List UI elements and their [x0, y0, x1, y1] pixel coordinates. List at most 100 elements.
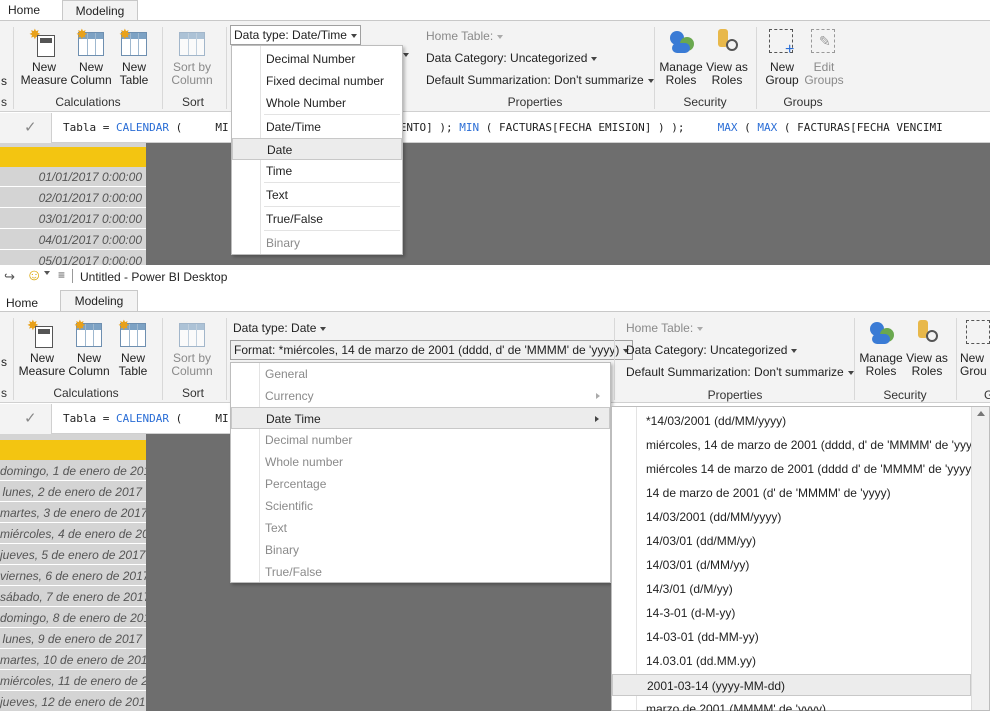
- tab-modeling[interactable]: Modeling: [60, 290, 138, 311]
- edit-groups-button[interactable]: ✎ Edit Groups: [802, 27, 846, 87]
- menu-item-scientific[interactable]: Scientific: [231, 495, 610, 517]
- new-measure-button[interactable]: ✸ New Measure: [18, 318, 66, 378]
- check-icon[interactable]: ✓: [24, 118, 37, 136]
- menu-item-binary[interactable]: Binary: [232, 232, 402, 254]
- new-group-button[interactable]: + New Group: [760, 27, 804, 87]
- view-as-roles-button[interactable]: View as Roles: [704, 27, 750, 87]
- menu-item-format[interactable]: 14.03.01 (dd.MM.yy): [612, 650, 989, 672]
- new-column-button[interactable]: ✸ New Column: [68, 318, 110, 378]
- table-cell[interactable]: domingo, 8 de enero de 2017: [0, 608, 157, 628]
- table-cell[interactable]: viernes, 6 de enero de 2017: [0, 566, 149, 586]
- menu-item-format[interactable]: 2001-03-14 (yyyy-MM-dd): [612, 674, 971, 696]
- submenu-scrollbar[interactable]: [971, 407, 989, 710]
- home-table-dropdown[interactable]: Home Table:: [426, 29, 504, 43]
- new-group-button[interactable]: New Grou: [960, 318, 990, 378]
- menu-item-format[interactable]: 14-03-01 (dd-MM-yy): [612, 626, 989, 648]
- divider: [13, 27, 14, 109]
- menu-item-format[interactable]: marzo de 2001 (MMMM' de 'yyyy): [612, 698, 989, 711]
- default-summarization-dropdown[interactable]: Default Summarization: Don't summarize: [626, 365, 854, 379]
- column-header[interactable]: [0, 147, 146, 167]
- table-cell[interactable]: lunes, 9 de enero de 2017: [0, 629, 146, 649]
- table-cell[interactable]: lunes, 2 de enero de 2017: [0, 482, 146, 502]
- menu-item-format[interactable]: 14/3/01 (d/M/yy): [612, 578, 989, 600]
- chevron-down-icon: [647, 78, 654, 83]
- table-cell[interactable]: jueves, 12 de enero de 2017: [0, 692, 152, 711]
- table-cell[interactable]: 03/01/2017 0:00:00: [0, 209, 146, 229]
- menu-item-format[interactable]: miércoles 14 de marzo de 2001 (dddd d' d…: [612, 458, 989, 480]
- table-cell[interactable]: martes, 10 de enero de 2017: [0, 650, 154, 670]
- data-type-menu: Decimal Number Fixed decimal number Whol…: [231, 45, 403, 255]
- new-table-icon: ✸: [118, 318, 148, 348]
- table-cell[interactable]: miércoles, 11 de enero de 2017: [0, 671, 168, 691]
- table-cell[interactable]: sábado, 7 de enero de 2017: [0, 587, 150, 607]
- new-column-button[interactable]: ✸ New Column: [70, 27, 112, 87]
- formula-text[interactable]: Tabla = CALENDAR ( MI: [63, 412, 229, 425]
- tab-modeling[interactable]: Modeling: [62, 0, 138, 21]
- menu-item-format[interactable]: 14/03/2001 (dd/MM/yyyy): [612, 506, 989, 528]
- menu-item-currency[interactable]: Currency: [231, 385, 610, 407]
- tab-home[interactable]: Home: [8, 0, 40, 20]
- table-cell[interactable]: 02/01/2017 0:00:00: [0, 188, 146, 208]
- menu-item-label: Date Time: [266, 412, 321, 426]
- chevron-down-icon[interactable]: [44, 271, 50, 275]
- scroll-up-icon[interactable]: [977, 411, 985, 416]
- menu-item-time[interactable]: Time: [232, 160, 402, 182]
- menu-item-decimal-number[interactable]: Decimal number: [231, 429, 610, 451]
- table-cell[interactable]: jueves, 5 de enero de 2017: [0, 545, 146, 565]
- table-cell[interactable]: 01/01/2017 0:00:00: [0, 167, 146, 187]
- format-dropdown[interactable]: Format: *miércoles, 14 de marzo de 2001 …: [230, 340, 634, 360]
- table-cell[interactable]: 05/01/2017 0:00:00: [0, 251, 146, 265]
- customize-toolbar-icon[interactable]: ≡: [58, 268, 65, 282]
- formula-bar[interactable]: ✓ Tabla = CALENDAR ( MI NCIMIENTO] ); MIN…: [0, 113, 990, 143]
- data-type-dropdown[interactable]: Data type: Date/Time: [230, 25, 361, 45]
- menu-item-text[interactable]: Text: [232, 184, 402, 206]
- column-header[interactable]: [0, 440, 146, 460]
- menu-item-date-time[interactable]: Date/Time: [232, 116, 402, 138]
- view-as-roles-button[interactable]: View as Roles: [904, 318, 950, 378]
- new-table-button[interactable]: ✸ New Table: [112, 318, 154, 378]
- menu-item-percentage[interactable]: Percentage: [231, 473, 610, 495]
- menu-item-true-false[interactable]: True/False: [232, 208, 402, 230]
- menu-item-general[interactable]: General: [231, 363, 610, 385]
- menu-item-whole-number[interactable]: Whole number: [231, 451, 610, 473]
- table-cell[interactable]: miércoles, 4 de enero de 2017: [0, 524, 162, 544]
- menu-item-format[interactable]: 14-3-01 (d-M-yy): [612, 602, 989, 624]
- menu-item-label: Currency: [265, 389, 314, 403]
- check-icon[interactable]: ✓: [24, 409, 37, 427]
- data-category-dropdown[interactable]: Data Category: Uncategorized: [626, 343, 798, 357]
- sort-by-column-icon: [177, 318, 207, 348]
- menu-item-date-time[interactable]: Date Time: [231, 407, 610, 429]
- formula-text[interactable]: Tabla = CALENDAR ( MI NCIMIENTO] ); MIN (…: [63, 121, 943, 134]
- data-category-dropdown[interactable]: Data Category: Uncategorized: [426, 51, 598, 65]
- redo-icon[interactable]: ↪: [4, 269, 15, 285]
- table-cell[interactable]: 04/01/2017 0:00:00: [0, 230, 146, 250]
- menu-item-format[interactable]: *14/03/2001 (dd/MM/yyyy): [612, 410, 989, 432]
- table-cell[interactable]: domingo, 1 de enero de 2017: [0, 461, 157, 481]
- menu-item-true-false[interactable]: True/False: [231, 561, 610, 583]
- menu-item-fixed-decimal[interactable]: Fixed decimal number: [232, 70, 402, 92]
- table-cell[interactable]: martes, 3 de enero de 2017: [0, 503, 147, 523]
- new-table-button[interactable]: ✸ New Table: [114, 27, 154, 87]
- menu-item-format[interactable]: 14/03/01 (d/MM/yy): [612, 554, 989, 576]
- tab-home[interactable]: Home: [6, 293, 38, 313]
- sort-by-column-button[interactable]: Sort by Column: [166, 27, 218, 87]
- manage-roles-label-2: Roles: [865, 364, 897, 378]
- menu-item-date[interactable]: Date: [232, 138, 402, 160]
- manage-roles-button[interactable]: Manage Roles: [858, 318, 904, 378]
- menu-item-format[interactable]: 14/03/01 (dd/MM/yy): [612, 530, 989, 552]
- menu-item-decimal-number[interactable]: Decimal Number: [232, 48, 402, 70]
- menu-item-whole-number[interactable]: Whole Number: [232, 92, 402, 114]
- top-tab-bar: Home Modeling: [0, 0, 990, 21]
- bottom-tab-bar: Home Modeling: [0, 290, 990, 313]
- menu-item-binary[interactable]: Binary: [231, 539, 610, 561]
- manage-roles-button[interactable]: Manage Roles: [658, 27, 704, 87]
- new-measure-button[interactable]: ✸ New Measure: [20, 27, 68, 87]
- menu-item-format[interactable]: 14 de marzo de 2001 (d' de 'MMMM' de 'yy…: [612, 482, 989, 504]
- data-type-dropdown[interactable]: Data type: Date: [233, 321, 327, 335]
- menu-item-text[interactable]: Text: [231, 517, 610, 539]
- home-table-dropdown[interactable]: Home Table:: [626, 321, 704, 335]
- sort-by-column-button[interactable]: Sort by Column: [166, 318, 218, 378]
- smiley-icon[interactable]: ☺: [26, 267, 42, 285]
- menu-item-format[interactable]: miércoles, 14 de marzo de 2001 (dddd, d'…: [612, 434, 989, 456]
- default-summarization-dropdown[interactable]: Default Summarization: Don't summarize: [426, 73, 654, 87]
